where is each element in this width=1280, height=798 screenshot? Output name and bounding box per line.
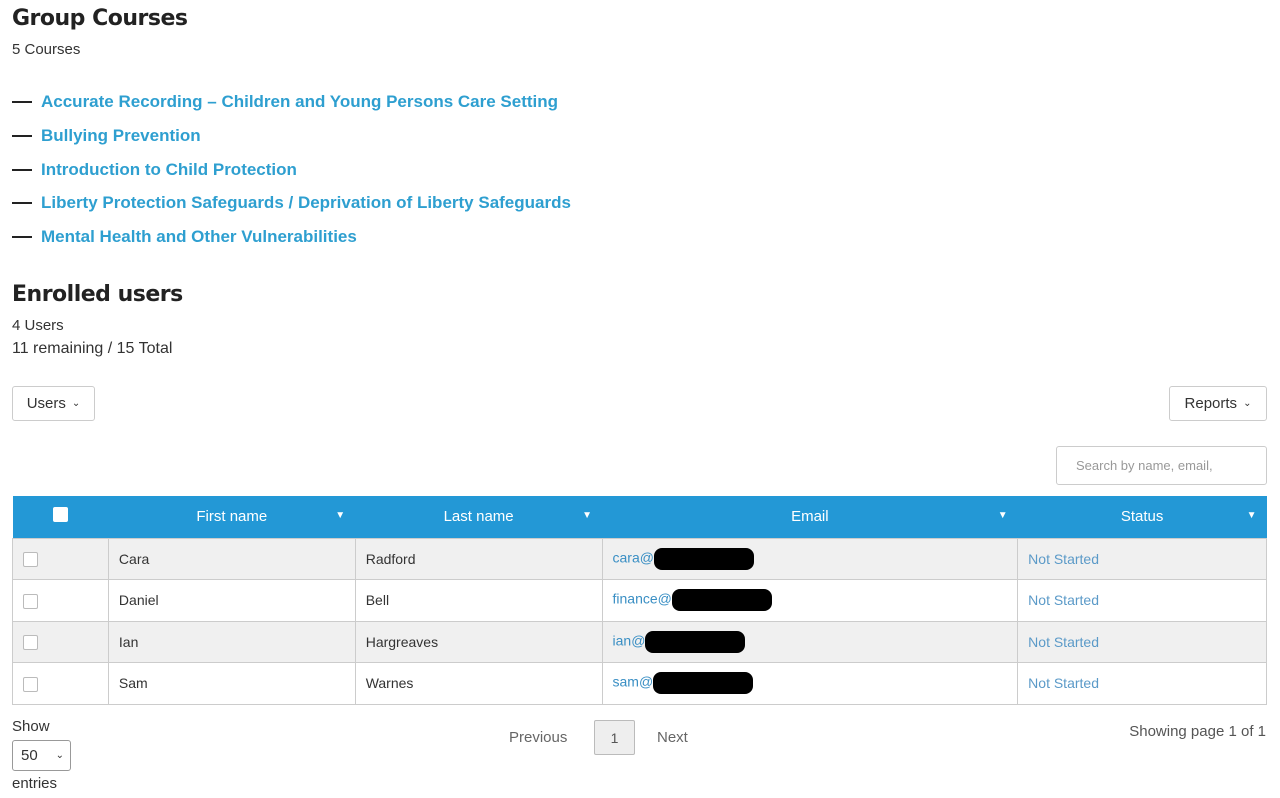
header-last-name[interactable]: Last name ▼ — [355, 496, 603, 538]
first-name-cell: Ian — [107, 620, 356, 663]
previous-button[interactable]: Previous — [509, 729, 567, 746]
row-checkbox[interactable] — [23, 593, 38, 609]
select-all-header — [12, 496, 109, 538]
users-label: Users — [26, 395, 66, 412]
redaction-bar — [645, 630, 746, 653]
redaction-bar — [653, 672, 754, 695]
table-row: Ian Hargreaves ian@ Not Started — [12, 620, 1267, 663]
email-link[interactable]: finance@ — [613, 591, 672, 607]
entries-value: 50 — [21, 747, 38, 764]
email-cell: sam@ — [601, 662, 1019, 705]
entries-label: entries — [12, 775, 58, 792]
page-1-button[interactable]: 1 — [594, 720, 635, 755]
chevron-down-icon: ⌄ — [1243, 398, 1252, 409]
reports-label: Reports — [1184, 395, 1238, 412]
row-select-cell — [12, 662, 109, 705]
email-cell: finance@ — [601, 579, 1019, 622]
course-link[interactable]: Introduction to Child Protection — [12, 160, 297, 180]
users-dropdown-button[interactable]: Users ⌄ — [12, 386, 95, 421]
users-count: 4 Users — [12, 317, 64, 334]
first-name-cell: Daniel — [107, 579, 356, 622]
sort-chevron-icon[interactable]: ▼ — [582, 510, 592, 521]
email-cell: ian@ — [601, 620, 1019, 663]
status-cell: Not Started — [1017, 620, 1267, 663]
dash-icon — [12, 135, 32, 137]
row-checkbox[interactable] — [23, 552, 38, 568]
chevron-down-icon: ⌄ — [71, 398, 81, 409]
redaction-bar — [653, 547, 754, 570]
status-cell: Not Started — [1017, 662, 1267, 705]
first-name-cell: Cara — [107, 537, 356, 580]
seats-remaining: 11 remaining / 15 Total — [12, 340, 173, 357]
dash-icon — [12, 202, 32, 204]
status-link[interactable]: Not Started — [1028, 634, 1099, 650]
dash-icon — [12, 101, 32, 103]
status-link[interactable]: Not Started — [1028, 551, 1099, 567]
header-label: Email — [791, 508, 829, 526]
header-label: Status — [1120, 508, 1164, 526]
table-row: Sam Warnes sam@ Not Started — [12, 662, 1267, 705]
last-name-cell: Radford — [354, 537, 603, 580]
row-checkbox[interactable] — [23, 635, 38, 651]
header-status[interactable]: Status ▼ — [1017, 496, 1267, 538]
status-cell: Not Started — [1017, 579, 1267, 622]
show-label: Show — [12, 718, 50, 735]
sort-chevron-icon[interactable]: ▼ — [1247, 510, 1257, 521]
status-link[interactable]: Not Started — [1028, 592, 1099, 608]
search-placeholder: Search by name, email, — [1076, 458, 1213, 473]
last-name-cell: Bell — [354, 579, 603, 622]
last-name-cell: Warnes — [354, 662, 603, 705]
chevron-down-icon: ⌄ — [55, 750, 64, 761]
status-link[interactable]: Not Started — [1028, 675, 1099, 691]
sort-chevron-icon[interactable]: ▼ — [335, 510, 345, 521]
table-row: Daniel Bell finance@ Not Started — [12, 579, 1267, 622]
select-all-checkbox[interactable] — [52, 507, 68, 523]
sort-chevron-icon[interactable]: ▼ — [998, 510, 1008, 521]
last-name-cell: Hargreaves — [354, 620, 603, 663]
row-select-cell — [12, 537, 109, 580]
enrolled-users-title: Enrolled users — [12, 282, 183, 307]
header-first-name[interactable]: First name ▼ — [108, 496, 356, 538]
status-cell: Not Started — [1017, 537, 1267, 580]
email-cell: cara@ — [601, 537, 1019, 580]
course-link[interactable]: Liberty Protection Safeguards / Deprivat… — [12, 193, 571, 213]
course-link-text[interactable]: Accurate Recording – Children and Young … — [41, 92, 558, 112]
header-label: Last name — [443, 508, 514, 526]
dash-icon — [12, 169, 32, 171]
table-row: Cara Radford cara@ Not Started — [12, 537, 1267, 580]
dash-icon — [12, 236, 32, 238]
courses-count: 5 Courses — [12, 41, 81, 58]
next-button[interactable]: Next — [657, 729, 688, 746]
first-name-cell: Sam — [107, 662, 356, 705]
page-info: Showing page 1 of 1 — [1129, 723, 1266, 740]
redaction-bar — [671, 589, 772, 612]
row-checkbox[interactable] — [23, 676, 38, 692]
course-link-text[interactable]: Mental Health and Other Vulnerabilities — [41, 227, 357, 247]
group-courses-title: Group Courses — [12, 6, 188, 31]
email-link[interactable]: cara@ — [613, 549, 654, 565]
course-link-text[interactable]: Liberty Protection Safeguards / Deprivat… — [41, 193, 571, 213]
row-select-cell — [12, 579, 109, 622]
search-input[interactable]: Search by name, email, — [1056, 446, 1267, 485]
header-email[interactable]: Email ▼ — [602, 496, 1018, 538]
course-link[interactable]: Accurate Recording – Children and Young … — [12, 92, 558, 112]
email-link[interactable]: ian@ — [613, 632, 646, 648]
header-label: First name — [196, 508, 268, 526]
enrolled-users-table: First name ▼ Last name ▼ Email ▼ Status ▼ Ca… — [12, 496, 1267, 705]
reports-dropdown-button[interactable]: Reports ⌄ — [1169, 386, 1267, 421]
course-link-text[interactable]: Introduction to Child Protection — [41, 160, 297, 180]
row-select-cell — [12, 620, 109, 663]
course-link[interactable]: Bullying Prevention — [12, 126, 201, 146]
course-link[interactable]: Mental Health and Other Vulnerabilities — [12, 227, 357, 247]
email-link[interactable]: sam@ — [613, 674, 654, 690]
entries-select[interactable]: 50 ⌄ — [12, 740, 71, 771]
course-link-text[interactable]: Bullying Prevention — [41, 126, 201, 146]
